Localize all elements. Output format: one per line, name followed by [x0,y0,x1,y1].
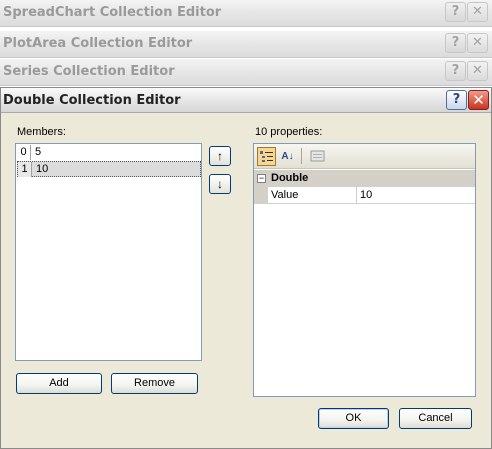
remove-button[interactable]: Remove [111,373,198,394]
window-title: SpreadChart Collection Editor [3,5,222,20]
double-collection-editor-dialog: Double Collection Editor ? ✕ Members: 0 … [0,87,492,449]
category-name: Double [271,172,309,184]
help-button[interactable]: ? [446,90,467,110]
list-item[interactable]: 0 5 [17,145,201,161]
member-value: 5 [35,146,42,158]
window-title: Series Collection Editor [3,64,175,79]
help-button[interactable]: ? [445,33,466,53]
close-button[interactable]: ✕ [467,33,488,53]
help-button[interactable]: ? [445,2,466,22]
member-index: 0 [17,145,31,160]
spreadchart-editor-titlebar[interactable]: SpreadChart Collection Editor ? ✕ [0,0,492,27]
help-button[interactable]: ? [445,61,466,81]
row-margin [254,187,268,204]
dialog-title: Double Collection Editor [3,93,181,108]
alphabetical-sort-icon[interactable]: A↓ [278,147,297,166]
categorized-icon[interactable] [257,147,276,166]
property-row-value[interactable]: Value 10 [254,187,475,204]
column-divider [356,187,357,204]
close-button[interactable]: ✕ [467,61,488,81]
dialog-titlebar[interactable]: Double Collection Editor ? ✕ [1,88,491,113]
property-grid-toolbar: A↓ [254,144,475,169]
plotarea-editor-titlebar[interactable]: PlotArea Collection Editor ? ✕ [0,31,492,58]
close-button[interactable]: ✕ [467,2,488,22]
series-editor-titlebar[interactable]: Series Collection Editor ? ✕ [0,59,492,86]
move-down-button[interactable]: ↓ [209,174,231,194]
ok-button[interactable]: OK [318,408,389,429]
move-up-button[interactable]: ↑ [209,146,231,166]
property-value[interactable]: 10 [360,189,372,201]
property-pages-icon[interactable] [308,147,327,166]
members-label: Members: [17,126,66,138]
property-category-double[interactable]: − Double [254,170,475,187]
member-value: 10 [36,163,49,175]
window-title: PlotArea Collection Editor [3,36,193,51]
members-listbox[interactable]: 0 5 1 10 [15,143,202,361]
properties-label: 10 properties: [255,126,323,138]
add-button[interactable]: Add [16,373,102,394]
arrow-up-icon: ↑ [217,149,223,163]
cancel-button[interactable]: Cancel [399,408,472,429]
property-grid[interactable]: A↓ − Double Value 10 [253,143,476,397]
collapse-icon[interactable]: − [257,174,266,183]
close-button[interactable]: ✕ [468,90,489,110]
property-name: Value [271,189,299,201]
toolbar-separator [301,148,302,164]
arrow-down-icon: ↓ [217,177,223,191]
list-item-selected[interactable]: 1 10 [17,161,201,177]
member-index: 1 [18,162,32,177]
